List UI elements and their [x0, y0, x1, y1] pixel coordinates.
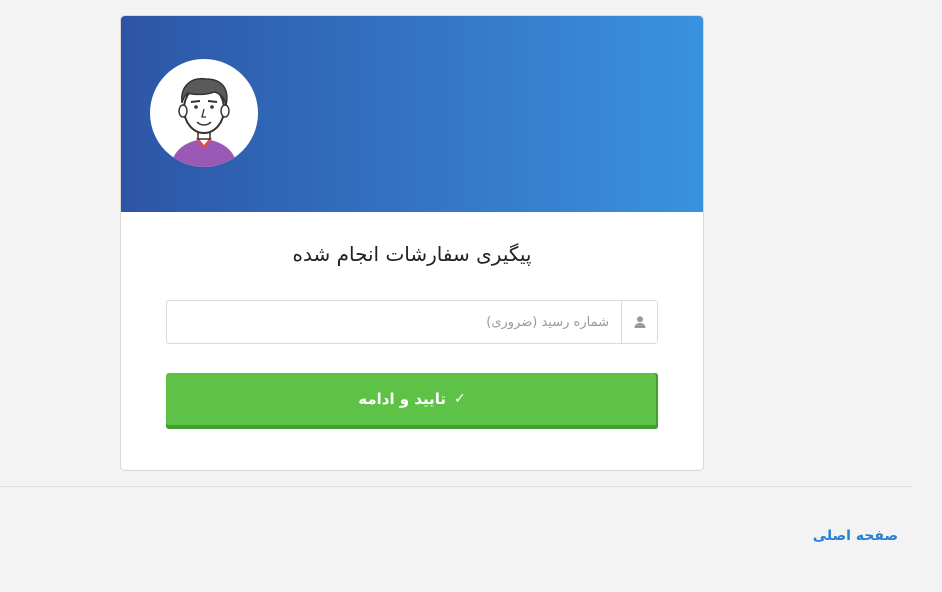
input-addon [621, 301, 657, 343]
home-link[interactable]: صفحه اصلی [813, 528, 898, 544]
user-avatar-icon [170, 77, 238, 167]
receipt-number-input[interactable] [167, 301, 623, 343]
tracking-card: پیگیری سفارشات انجام شده ✓ تایید و ادامه [120, 15, 704, 471]
check-icon: ✓ [454, 391, 466, 407]
receipt-input-group [166, 300, 658, 344]
page-title: پیگیری سفارشات انجام شده [292, 242, 532, 266]
avatar [150, 59, 258, 167]
card-header-banner [121, 16, 703, 212]
confirm-continue-label: تایید و ادامه [358, 390, 447, 408]
confirm-continue-button[interactable]: ✓ تایید و ادامه [166, 373, 658, 429]
user-icon [634, 316, 645, 328]
footer-divider [0, 486, 912, 487]
